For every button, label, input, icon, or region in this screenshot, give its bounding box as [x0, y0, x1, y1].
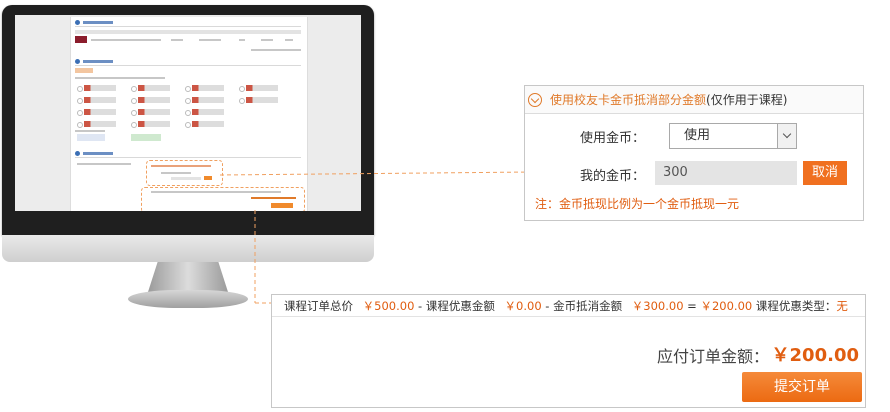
thumb-text-line — [171, 39, 183, 41]
order-calculation-line: 课程订单总价 ￥500.00 - 课程优惠金额 ￥0.00 - 金币抵消金额 ￥… — [272, 295, 865, 317]
thumb-text-line — [239, 39, 245, 41]
thumb-bank-option — [131, 120, 171, 128]
thumb-text-line — [199, 39, 221, 41]
thumb-submit-button — [271, 203, 293, 208]
minus-sign: - — [541, 299, 554, 313]
coin-panel-title: 使用校友卡金币抵消部分金额 — [550, 93, 707, 107]
monitor-chin — [2, 235, 374, 262]
total-label: 课程订单总价 — [284, 299, 353, 313]
thumb-bank-option — [185, 96, 225, 104]
thumb-text-line — [151, 165, 211, 167]
thumb-text-line — [251, 49, 301, 51]
monitor-stand-neck — [148, 262, 228, 292]
thumb-wechat-option — [131, 134, 161, 141]
my-coins-field[interactable] — [655, 161, 797, 185]
thumb-bank-option — [77, 84, 117, 92]
discount-type-label: 课程优惠类型： — [755, 299, 837, 313]
thumb-bank-option — [77, 120, 117, 128]
coin-offset-label: 金币抵消金额 — [553, 299, 623, 313]
thumb-bank-option — [131, 96, 171, 104]
thumb-section-title — [75, 59, 301, 66]
order-summary-panel: 课程订单总价 ￥500.00 - 课程优惠金额 ￥0.00 - 金币抵消金额 ￥… — [271, 294, 866, 408]
payable-label: 应付订单金额： — [656, 347, 769, 366]
thumb-bank-option — [131, 84, 171, 92]
coin-panel-header: 使用校友卡金币抵消部分金额 (仅作用于课程) — [525, 86, 863, 114]
result-amount: ￥200.00 — [700, 299, 753, 313]
thumb-bank-option — [131, 108, 171, 116]
thumb-bank-option — [185, 84, 225, 92]
monitor-stand-foot — [128, 290, 248, 308]
thumb-bank-option — [185, 120, 225, 128]
thumb-bank-option — [239, 84, 279, 92]
equals-sign: = — [683, 299, 701, 313]
coin-panel-title-note: (仅作用于课程) — [706, 93, 788, 107]
thumb-coin-field — [171, 177, 201, 180]
total-amount: ￥500.00 — [362, 299, 415, 313]
minus-sign: - — [414, 299, 426, 313]
thumb-bank-option — [77, 108, 117, 116]
my-coins-label: 我的金币： — [579, 169, 645, 184]
monitor-illustration — [0, 0, 400, 312]
chevron-down-icon[interactable] — [528, 92, 542, 107]
submit-order-button[interactable]: 提交订单 — [742, 372, 862, 402]
use-coins-selected-value: 使用 — [684, 128, 711, 143]
thumb-course-image — [75, 36, 87, 43]
thumb-tab — [75, 68, 93, 73]
thumb-section-title — [75, 20, 301, 27]
thumb-bank-option — [77, 96, 117, 104]
thumb-text-line — [75, 130, 105, 132]
monitor-screen — [15, 15, 361, 211]
thumb-text-line — [251, 197, 296, 199]
thumb-text-line — [77, 163, 131, 165]
thumb-text-line — [161, 172, 191, 174]
coin-offset-amount: ￥300.00 — [631, 299, 684, 313]
thumb-text-line — [151, 191, 281, 193]
discount-amount: ￥0.00 — [504, 299, 542, 313]
cancel-button[interactable]: 取消 — [803, 161, 847, 185]
thumb-table-header — [75, 30, 301, 34]
thumb-bank-option — [185, 108, 225, 116]
coin-ratio-note: 注：金币抵现比例为一个金币抵现一元 — [535, 197, 740, 211]
select-chevron-down-icon — [777, 124, 796, 148]
thumb-section-title — [75, 151, 301, 158]
use-coins-select[interactable]: 使用 — [669, 123, 797, 149]
use-coins-label: 使用金币： — [579, 131, 645, 146]
discount-type-value: 无 — [836, 299, 848, 313]
coin-offset-panel: 使用校友卡金币抵消部分金额 (仅作用于课程) 使用金币： 使用 我的金币： 取消… — [524, 85, 864, 221]
thumb-text-line — [285, 39, 293, 41]
thumb-text-line — [75, 77, 165, 79]
thumb-text-line — [91, 39, 161, 41]
thumb-cancel-button — [204, 176, 212, 180]
thumb-bank-option — [239, 96, 279, 104]
discount-label: 课程优惠金额 — [425, 299, 495, 313]
thumb-text-line — [261, 39, 273, 41]
thumbnail-page — [70, 17, 308, 211]
thumb-alipay-option — [77, 134, 105, 141]
payable-amount: ￥200.00 — [771, 345, 859, 366]
